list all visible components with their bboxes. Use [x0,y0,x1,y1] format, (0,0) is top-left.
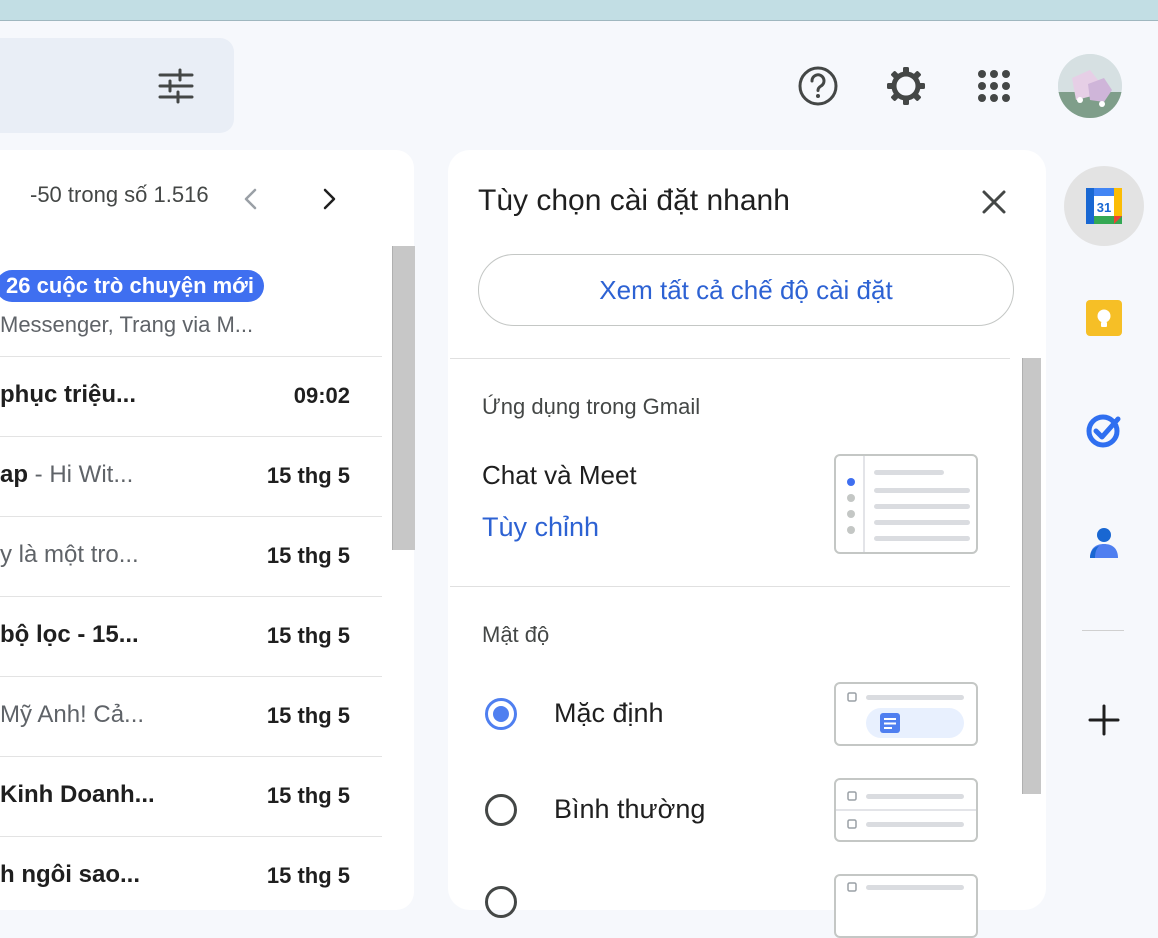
pager-text: -50 trong số 1.516 [30,182,209,207]
contacts-icon[interactable] [1084,522,1124,562]
email-row[interactable]: phục triệu... 09:02 [0,356,382,437]
apps-section-heading: Ứng dụng trong Gmail [482,394,701,419]
customize-link[interactable]: Tùy chỉnh [482,512,599,543]
email-subject: Mỹ Anh! Cả... [0,701,145,728]
email-time: 09:02 [293,383,350,408]
email-time: 15 thg 5 [266,543,350,568]
density-normal-thumbnail[interactable] [834,778,978,842]
close-icon[interactable] [976,184,1012,220]
see-all-settings-button[interactable]: Xem tất cả chế độ cài đặt [478,254,1014,326]
email-subject: y là một tro... [0,541,139,568]
email-time: 15 thg 5 [266,463,350,488]
calendar-day: 31 [1097,200,1111,215]
keep-icon[interactable] [1084,298,1124,338]
density-compact-radio[interactable] [484,885,518,919]
side-rail-divider [1082,630,1124,631]
section-divider [450,358,1010,359]
promo-badge[interactable]: 26 cuộc trò chuyện mới [0,270,264,302]
density-section-heading: Mật độ [482,622,550,647]
avatar[interactable] [1058,54,1122,118]
quick-settings-title: Tùy chọn cài đặt nhanh [478,184,790,217]
gear-icon[interactable] [884,64,928,108]
chat-meet-label: Chat và Meet [482,460,637,490]
email-row[interactable]: Kinh Doanh... 15 thg 5 [0,756,382,837]
quick-settings-scrollbar[interactable] [1022,358,1041,794]
apps-grid-icon[interactable] [972,64,1016,108]
search-bar[interactable] [0,38,234,133]
browser-top-strip [0,0,1158,21]
section-divider [450,586,1010,587]
density-normal-label[interactable]: Bình thường [554,794,705,825]
density-default-label[interactable]: Mặc định [554,698,664,729]
promo-senders: Messenger, Trang via M... [0,312,254,337]
email-time: 15 thg 5 [266,623,350,648]
email-subject: Kinh Doanh... [0,781,155,808]
add-icon[interactable] [1084,700,1124,740]
email-time: 15 thg 5 [266,703,350,728]
next-page-icon[interactable] [314,184,344,214]
calendar-icon: 31 [1086,188,1122,224]
email-list-scrollbar[interactable] [392,246,415,550]
tune-icon[interactable] [156,66,196,106]
density-default-thumbnail[interactable] [834,682,978,746]
email-row[interactable]: bộ lọc - 15... 15 thg 5 [0,596,382,677]
email-subject: bộ lọc - 15... [0,621,139,648]
avatar-image [1058,54,1122,118]
density-compact-thumbnail[interactable] [834,874,978,938]
email-subject: phục triệu... [0,381,137,408]
chat-meet-thumbnail[interactable] [834,454,978,554]
email-time: 15 thg 5 [266,783,350,808]
email-time: 15 thg 5 [266,863,350,888]
calendar-button[interactable]: 31 [1064,166,1144,246]
email-row[interactable]: h ngôi sao... 15 thg 5 [0,836,382,897]
help-icon[interactable] [796,64,840,108]
prev-page-icon[interactable] [236,184,266,214]
tasks-icon[interactable] [1084,410,1124,450]
email-row[interactable]: ap - Hi Wit... 15 thg 5 [0,436,382,517]
email-row[interactable]: Mỹ Anh! Cả... 15 thg 5 [0,676,382,757]
density-normal-radio[interactable] [484,793,518,827]
email-row[interactable]: y là một tro... 15 thg 5 [0,516,382,597]
email-subject: h ngôi sao... [0,861,141,888]
email-subject: ap - Hi Wit... [0,461,134,488]
density-default-radio[interactable] [484,697,518,731]
